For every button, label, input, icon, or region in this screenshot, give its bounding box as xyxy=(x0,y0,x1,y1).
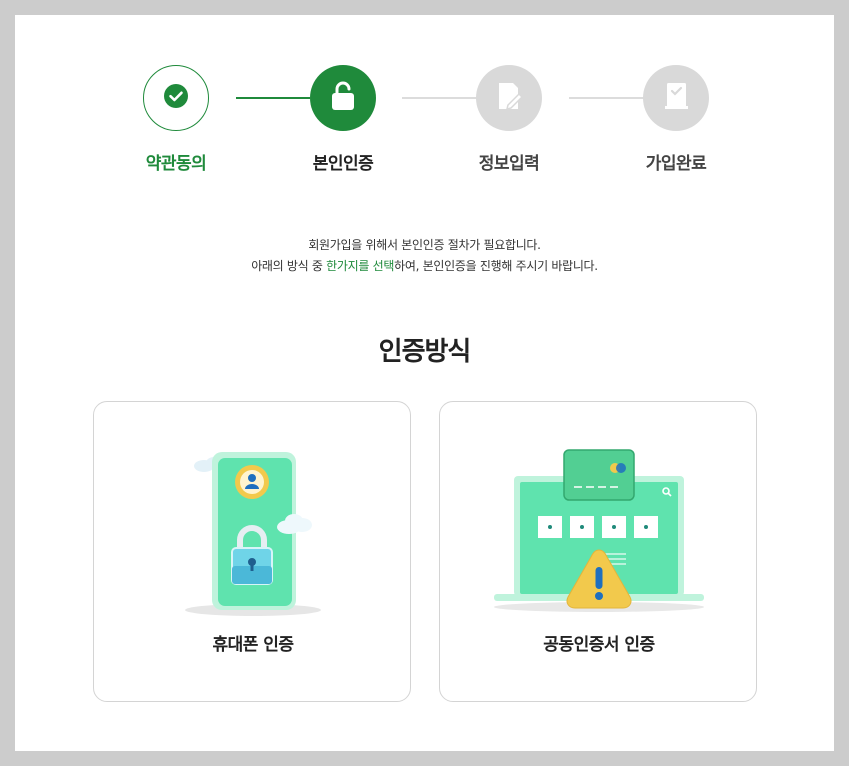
step-verification: 본인인증 xyxy=(283,65,403,174)
description-text: 하여, 본인인증을 진행해 주시기 바랍니다. xyxy=(394,259,598,273)
check-icon xyxy=(163,83,189,113)
step-circle-done xyxy=(143,65,209,131)
certificate-verification-card[interactable]: 공동인증서 인증 xyxy=(439,401,757,702)
step-agreement: 약관동의 xyxy=(116,65,236,174)
step-label: 본인인증 xyxy=(312,154,374,174)
phone-lock-icon xyxy=(94,432,412,622)
section-title: 인증방식 xyxy=(378,337,472,367)
step-label: 정보입력 xyxy=(478,154,540,174)
edit-icon xyxy=(494,80,524,116)
document-check-icon xyxy=(661,80,691,116)
step-circle-active xyxy=(310,65,376,131)
step-label: 가입완료 xyxy=(645,154,707,174)
page: 약관동의 본인인증 정보입력 가입완료 회원가입을 위해서 본인인증 절차가 필… xyxy=(15,15,834,751)
step-label: 약관동의 xyxy=(145,154,207,174)
unlock-icon xyxy=(328,80,358,116)
verification-description: 회원가입을 위해서 본인인증 절차가 필요합니다. 아래의 방식 중 한가지를 … xyxy=(15,235,834,277)
step-info-input: 정보입력 xyxy=(449,65,569,174)
phone-verification-card[interactable]: 휴대폰 인증 xyxy=(93,401,411,702)
description-line-2: 아래의 방식 중 한가지를 선택하여, 본인인증을 진행해 주시기 바랍니다. xyxy=(15,256,834,277)
description-text: 아래의 방식 중 xyxy=(251,259,327,273)
certificate-laptop-icon xyxy=(440,432,758,622)
signup-stepper: 약관동의 본인인증 정보입력 가입완료 xyxy=(15,15,834,215)
description-line-1: 회원가입을 위해서 본인인증 절차가 필요합니다. xyxy=(308,238,541,252)
step-circle-pending xyxy=(643,65,709,131)
certificate-verification-label: 공동인증서 인증 xyxy=(543,635,655,655)
description-highlight: 한가지를 선택 xyxy=(326,259,395,273)
step-circle-pending xyxy=(476,65,542,131)
step-complete: 가입완료 xyxy=(616,65,736,174)
phone-verification-label: 휴대폰 인증 xyxy=(212,635,294,655)
